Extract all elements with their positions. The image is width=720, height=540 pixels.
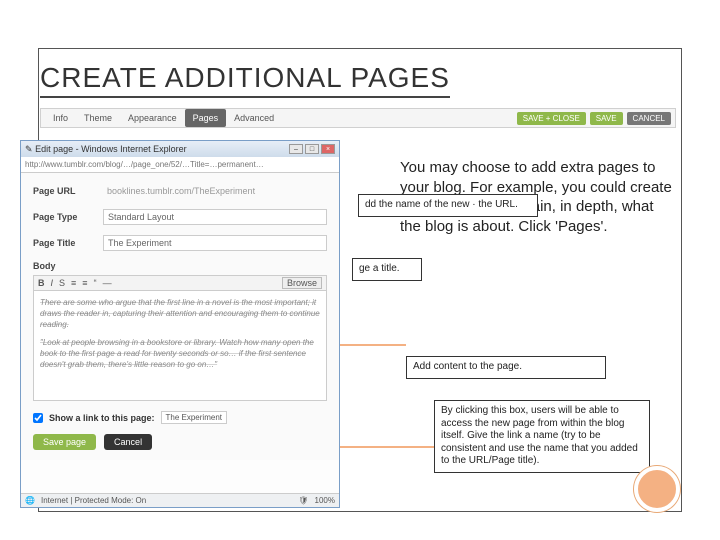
cancel-button[interactable]: CANCEL — [627, 112, 671, 125]
page-title: CREATE ADDITIONAL PAGES — [40, 62, 450, 98]
tab-theme[interactable]: Theme — [76, 109, 120, 127]
page-title-label: Page Title — [33, 238, 103, 248]
show-link-checkbox[interactable] — [33, 413, 43, 423]
quote-button[interactable]: “ — [94, 278, 97, 288]
browser-titlebar: ✎ Edit page - Windows Internet Explorer … — [21, 141, 339, 157]
decorative-circle — [634, 466, 680, 512]
page-title-input[interactable]: The Experiment — [103, 235, 327, 251]
maximize-button[interactable]: □ — [305, 144, 319, 154]
page-type-label: Page Type — [33, 212, 103, 222]
globe-icon: 🌐 — [25, 496, 35, 505]
status-bar: 🌐 Internet | Protected Mode: On 🛡 100% — [21, 493, 339, 507]
annotation-showlink: By clicking this box, users will be able… — [434, 400, 650, 473]
protected-icon: 🛡 — [298, 496, 308, 505]
settings-toolbar: Info Theme Appearance Pages Advanced SAV… — [40, 108, 676, 128]
browser-window: ✎ Edit page - Windows Internet Explorer … — [20, 140, 340, 508]
save-page-button[interactable]: Save page — [33, 434, 96, 450]
connector-line — [340, 446, 434, 448]
bold-button[interactable]: B — [38, 278, 45, 288]
page-type-select[interactable]: Standard Layout — [103, 209, 327, 225]
page-url-value[interactable]: booklines.tumblr.com/TheExperiment — [103, 183, 327, 199]
connector-line — [340, 344, 406, 346]
window-title: Edit page - Windows Internet Explorer — [35, 144, 187, 154]
editor-toolbar: B I S ≡ ≡ “ — Browse — [33, 275, 327, 291]
favicon-icon: ✎ — [25, 144, 33, 155]
show-link-label: Show a link to this page: — [49, 413, 155, 423]
list-button[interactable]: ≡ — [71, 278, 76, 288]
italic-button[interactable]: I — [51, 278, 54, 288]
annotation-content: Add content to the page. — [406, 356, 606, 379]
strike-button[interactable]: S — [59, 278, 65, 288]
show-link-input[interactable]: The Experiment — [161, 411, 227, 424]
body-label: Body — [33, 261, 327, 271]
annotation-title: ge a title. — [352, 258, 422, 281]
save-button[interactable]: SAVE — [590, 112, 623, 125]
tab-info[interactable]: Info — [45, 109, 76, 127]
list2-button[interactable]: ≡ — [82, 278, 87, 288]
cancel-page-button[interactable]: Cancel — [104, 434, 152, 450]
zoom-level: 100% — [315, 496, 335, 505]
save-close-button[interactable]: SAVE + CLOSE — [517, 112, 586, 125]
close-button[interactable]: × — [321, 144, 335, 154]
address-text: http://www.tumblr.com/blog/…/page_one/52… — [25, 160, 264, 169]
tab-advanced[interactable]: Advanced — [226, 109, 282, 127]
body-editor[interactable]: There are some who argue that the first … — [33, 291, 327, 401]
page-url-label: Page URL — [33, 186, 103, 196]
annotation-url: dd the name of the new · the URL. — [358, 194, 538, 217]
body-p1: There are some who argue that the first … — [40, 297, 320, 331]
browse-button[interactable]: Browse — [282, 277, 322, 289]
minimize-button[interactable]: – — [289, 144, 303, 154]
status-text: Internet | Protected Mode: On — [41, 496, 146, 505]
hr-button[interactable]: — — [103, 278, 112, 288]
body-p2: "Look at people browsing in a bookstore … — [40, 337, 320, 371]
address-bar[interactable]: http://www.tumblr.com/blog/…/page_one/52… — [21, 157, 339, 173]
tab-pages[interactable]: Pages — [185, 109, 227, 127]
tab-appearance[interactable]: Appearance — [120, 109, 185, 127]
